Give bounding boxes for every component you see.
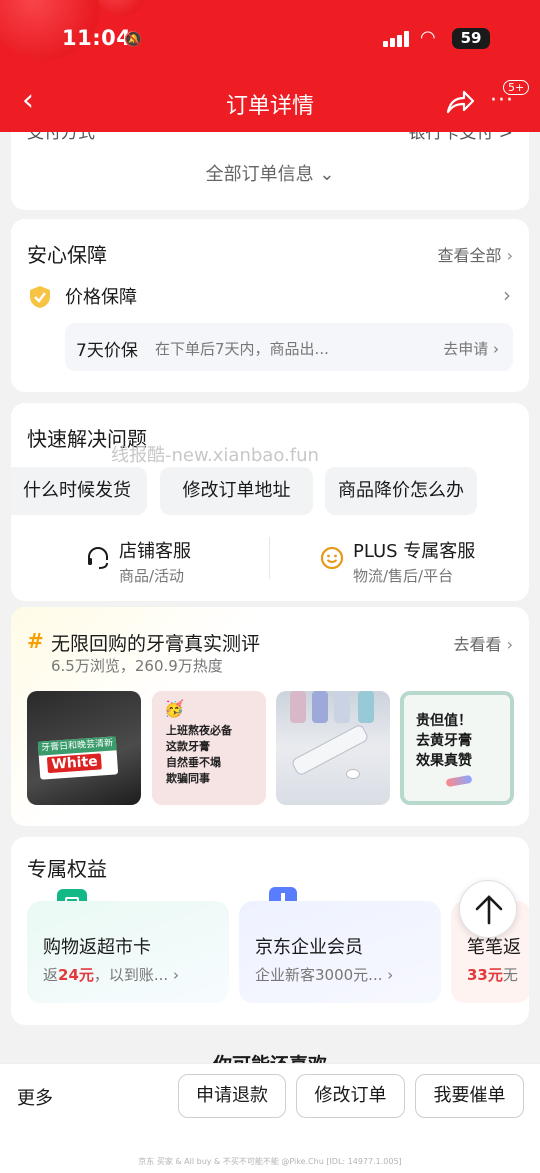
price-protect-label: 7天价保 — [76, 341, 138, 361]
smile-chat-icon — [320, 546, 344, 570]
arrow-up-icon — [475, 895, 503, 925]
apply-link[interactable]: 去申请 › — [443, 338, 499, 359]
topic-title: 无限回购的牙膏真实测评 — [51, 633, 261, 655]
plus-service-name[interactable]: PLUS 专属客服 — [353, 537, 475, 563]
price-protect-row[interactable]: 7天价保 在下单后7天内，商品出... 去申请 › — [65, 323, 513, 371]
go-see-label: 去看看 — [453, 635, 502, 654]
view-all-link[interactable]: 查看全部 › — [437, 242, 513, 266]
price-protect-desc: 在下单后7天内，商品出... — [155, 340, 329, 358]
lantern-decoration — [96, 0, 146, 16]
question-chip[interactable]: 修改订单地址 — [160, 467, 313, 515]
topic-card[interactable]: # 无限回购的牙膏真实测评 6.5万浏览，260.9万热度 去看看 › 牙膏日和… — [11, 607, 529, 826]
headset-icon — [88, 547, 108, 569]
box-label: 牙膏日和晚芸清新 — [37, 736, 117, 756]
question-chip[interactable]: 什么时候发货 — [11, 467, 147, 515]
guarantee-card: 安心保障 查看全部 › 价格保障 › 7天价保 在下单后7天内，商品出... 去… — [11, 219, 529, 392]
shop-service-sub: 商品/活动 — [119, 567, 185, 585]
wifi-icon: ◠ — [420, 27, 436, 48]
watermark: 线报酷-new.xianbao.fun — [111, 445, 319, 466]
topic-thumbnail[interactable]: 贵但值！ 去黄牙膏 效果真赞 — [400, 691, 514, 805]
battery-indicator: 59 — [452, 28, 490, 49]
refund-button[interactable]: 申请退款 — [178, 1074, 286, 1118]
apply-label: 去申请 — [443, 340, 489, 358]
chevron-right-icon: › — [382, 966, 394, 984]
nav-bar: ‹ 订单详情 ··· 5+ — [0, 80, 540, 126]
toothbrush-icon — [445, 774, 473, 788]
quick-solve-card: 快速解决问题 线报酷-new.xianbao.fun 什么时候发货 修改订单地址… — [11, 403, 529, 601]
divider — [269, 537, 270, 579]
bottom-action-bar: 更多 申请退款 修改订单 我要催单 京东 买家 & All buy & 不买不可… — [0, 1063, 540, 1173]
view-all-label: 查看全部 — [437, 246, 502, 265]
all-order-info-toggle[interactable]: 全部订单信息 ⌄ — [11, 160, 529, 186]
footer-note: 京东 买家 & All buy & 不买不可能不能 @Pike.Chu [IDL… — [138, 1157, 402, 1166]
signal-icon — [383, 31, 411, 47]
chevron-right-icon: › — [506, 246, 513, 265]
back-to-top-button[interactable] — [459, 880, 517, 938]
benefits-card: 专属权益 购物返超市卡 返24元，以到账... › 京东企业会员 企业新客300… — [11, 837, 529, 1025]
benefit-desc: 33元无 — [467, 966, 518, 984]
status-time: 11:04 — [62, 26, 132, 50]
app-header: 11:04 🔕 ◠ 59 ‹ 订单详情 ··· 5+ — [0, 0, 540, 132]
mute-icon: 🔕 — [124, 30, 143, 48]
thumb-text: 贵但值！ 去黄牙膏 效果真赞 — [416, 713, 472, 769]
status-bar: 11:04 🔕 ◠ 59 — [0, 22, 540, 58]
share-icon[interactable] — [444, 86, 476, 118]
benefit-desc: 返24元，以到账... › — [43, 966, 179, 984]
benefit-title: 购物返超市卡 — [43, 937, 151, 958]
chevron-right-icon: › — [506, 635, 513, 654]
urge-order-button[interactable]: 我要催单 — [415, 1074, 524, 1118]
go-see-link[interactable]: 去看看 › — [453, 631, 513, 655]
hashtag-icon: # — [27, 629, 44, 653]
plus-service-sub: 物流/售后/平台 — [353, 567, 454, 585]
benefits-title: 专属权益 — [27, 857, 107, 881]
chevron-right-icon[interactable]: › — [503, 283, 511, 307]
topic-thumbnail[interactable]: 🥳 上班熬夜必备 这款牙膏 自然垂不塌 欺骗同事 — [152, 691, 266, 805]
benefit-title: 京东企业会员 — [255, 937, 363, 958]
toothpaste-box: 牙膏日和晚芸清新 White — [37, 736, 119, 780]
thumb-text: 上班熬夜必备 这款牙膏 自然垂不塌 欺骗同事 — [166, 724, 232, 785]
box-word: White — [46, 753, 103, 774]
message-badge: 5+ — [503, 80, 530, 95]
chevron-right-icon: › — [488, 340, 499, 358]
topic-thumbnail[interactable] — [276, 691, 390, 805]
shield-icon — [30, 286, 50, 308]
topic-thumbnail[interactable]: 牙膏日和晚芸清新 White — [27, 691, 141, 805]
emoji-icon: 🥳 — [164, 699, 184, 718]
toothpaste-tube — [290, 723, 370, 777]
benefit-desc: 企业新客3000元... › — [255, 966, 394, 984]
topic-stats: 6.5万浏览，260.9万热度 — [51, 657, 223, 675]
more-button[interactable]: 更多 — [17, 1084, 53, 1110]
benefit-supermarket-card[interactable]: 购物返超市卡 返24元，以到账... › — [27, 901, 229, 1003]
benefit-enterprise-member[interactable]: 京东企业会员 企业新客3000元... › — [239, 901, 441, 1003]
guarantee-title: 安心保障 — [27, 243, 107, 267]
question-chip[interactable]: 商品降价怎么办 — [325, 467, 477, 515]
shop-service-name[interactable]: 店铺客服 — [119, 537, 191, 563]
modify-order-button[interactable]: 修改订单 — [296, 1074, 405, 1118]
price-guard-label: 价格保障 — [65, 287, 137, 308]
chevron-right-icon: › — [168, 966, 179, 984]
